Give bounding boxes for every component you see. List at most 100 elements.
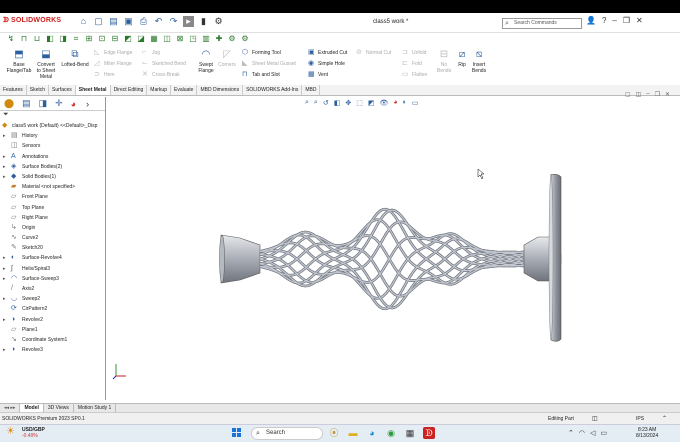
print-icon[interactable]: ⎙ [138,16,149,27]
sm-tool-10-icon[interactable]: ◩ [123,34,133,44]
lofted-bend-button[interactable]: ⧉ Lofted-Bend [59,49,91,68]
expand-arrow-icon[interactable]: ▸ [3,274,6,284]
tab-sheet-metal[interactable]: Sheet Metal [75,85,111,95]
tab-mbd[interactable]: MBD [302,85,321,95]
sm-tool-8-icon[interactable]: ⊡ [97,34,107,44]
sm-tool-4-icon[interactable]: ◧ [45,34,55,44]
expand-arrow-icon[interactable]: ▸ [3,172,6,182]
close-icon[interactable]: ✕ [636,16,643,25]
tree-item[interactable]: ⟳ CirPattern2 [0,304,105,314]
network-icon[interactable]: ◠ [579,429,585,437]
open-folder-icon[interactable]: ▤ [108,16,119,27]
hem-button[interactable]: ⊃ Hem [94,71,115,79]
tree-item[interactable]: ▸ ◑ Revolve2 [0,315,105,325]
save-icon[interactable]: ▣ [123,16,134,27]
battery-icon[interactable]: ▭ [600,429,607,437]
no-bends-button[interactable]: ⊟ No Bends [434,49,454,74]
sm-tool-7-icon[interactable]: ⊞ [84,34,94,44]
base-flange-tab-button[interactable]: ⬒ Base Flange/Tab [5,49,33,74]
tab-direct-editing[interactable]: Direct Editing [111,85,148,95]
tree-item[interactable]: ∿ Curve2 [0,233,105,243]
select-cursor-icon[interactable]: ▸ [183,16,194,27]
sm-tool-17-icon[interactable]: ✚ [214,34,224,44]
minimize-icon[interactable]: – [612,16,616,25]
tab-solidworks-addins[interactable]: SOLIDWORKS Add-Ins [243,85,303,95]
display-manager-tab-icon[interactable]: ◕ [71,99,76,109]
tab-markup[interactable]: Markup [147,85,171,95]
taskbar-search[interactable]: ⌕ Search [251,427,323,440]
sm-tool-18-icon[interactable]: ⚙ [227,34,237,44]
search-commands-input[interactable]: ⌕ Search Commands [502,18,582,29]
redo-icon[interactable]: ↷ [168,16,179,27]
sm-tool-11-icon[interactable]: ◪ [136,34,146,44]
expand-arrow-icon[interactable]: ▸ [3,131,6,141]
new-file-icon[interactable]: ▢ [93,16,104,27]
rip-button[interactable]: ⧄ Rip [454,49,470,68]
tab-surfaces[interactable]: Surfaces [49,85,76,95]
tree-item[interactable]: / Axis2 [0,284,105,294]
tab-and-slot-button[interactable]: ⊓ Tab and Slot [242,71,280,79]
help-icon[interactable]: ? [602,16,606,25]
undo-icon[interactable]: ↶ [153,16,164,27]
expand-arrow-icon[interactable]: ▸ [3,152,6,162]
edge-flange-button[interactable]: ◺ Edge Flange [94,49,132,57]
tree-item[interactable]: ▱ Front Plane [0,192,105,202]
solidworks-logo[interactable]: ᗫ SOLIDWORKS [3,17,61,25]
status-expand-icon[interactable]: ⌃ [662,415,667,422]
normal-cut-button[interactable]: ⊘ Normal Cut [356,49,391,57]
feature-manager-tab-icon[interactable]: ⬤ [4,98,14,109]
sketched-bend-button[interactable]: ⌙ Sketched Bend [142,60,186,68]
expand-arrow-icon[interactable]: ▸ [3,294,6,304]
vent-button[interactable]: ▦ Vent [308,71,328,79]
expand-arrow-icon[interactable]: ▸ [3,162,6,172]
rebuild-status-icon[interactable]: ◫ [592,415,598,422]
tab-sketch[interactable]: Sketch [27,85,50,95]
corners-button[interactable]: ◸ Corners [216,49,238,68]
restore-icon[interactable]: ❐ [623,16,630,25]
tree-item[interactable]: ▸ ◡ Sweep2 [0,294,105,304]
tree-item[interactable]: ▸ ◆ Solid Bodies(1) [0,172,105,182]
home-icon[interactable]: ⌂ [78,16,89,27]
miter-flange-button[interactable]: ◿ Miter Flange [94,60,132,68]
insert-bends-button[interactable]: ⧅ Insert Bends [469,49,489,74]
tab-model[interactable]: Model [20,404,44,412]
tree-item[interactable]: ▸ ◠ Surface-Sweep3 [0,274,105,284]
edge-browser-icon[interactable]: ◕ [366,427,378,439]
tab-nav-arrows[interactable]: ◂◂ ▸▸ [0,404,21,412]
panel-more-icon[interactable]: › [86,99,89,109]
sm-tool-12-icon[interactable]: ▦ [149,34,159,44]
tray-chevron-icon[interactable]: ⌃ [568,429,574,437]
swept-flange-button[interactable]: ◠ Swept Flange [194,49,218,74]
solidworks-taskbar-icon[interactable]: ᗫ [423,427,435,439]
tree-root[interactable]: ◆ class5 work (Default) <<Default>_Disp [0,121,105,131]
clock[interactable]: 8:23 AM 8/13/2024 [636,427,658,439]
sm-tool-13-icon[interactable]: ◫ [162,34,172,44]
rebuild-icon[interactable]: ▮ [198,16,209,27]
dimxpert-tab-icon[interactable]: ✛ [55,98,63,109]
graphics-area[interactable] [110,97,680,400]
tree-item[interactable]: ▱ Plane1 [0,325,105,335]
filter-icon[interactable]: ⏷ [0,111,105,121]
expand-arrow-icon[interactable]: ▸ [3,315,6,325]
tree-item[interactable]: ▸ A Annotations [0,152,105,162]
sm-tool-5-icon[interactable]: ◨ [58,34,68,44]
flatten-button[interactable]: ▭ Flatten [402,71,427,79]
fold-button[interactable]: ⊏ Fold [402,60,422,68]
forming-tool-button[interactable]: ⬡ Forming Tool [242,49,281,57]
market-widget[interactable]: ☀ USD/GBP -0.49% [6,427,45,440]
sm-tool-16-icon[interactable]: ▥ [201,34,211,44]
tree-item[interactable]: ▸ ◐ Surface-Revolve4 [0,253,105,263]
file-explorer-icon[interactable]: ▬ [347,427,359,439]
tree-item[interactable]: ▰ Material <not specified> [0,182,105,192]
convert-to-sheet-metal-button[interactable]: ⬓ Convert to Sheet Metal [34,49,58,80]
tree-item[interactable]: ▱ Right Plane [0,213,105,223]
tab-3d-views[interactable]: 3D Views [44,404,74,412]
sm-tool-3-icon[interactable]: ⊔ [32,34,42,44]
sm-tool-9-icon[interactable]: ⊟ [110,34,120,44]
tree-item[interactable]: ▱ Top Plane [0,203,105,213]
tab-mbd-dimensions[interactable]: MBD Dimensions [197,85,244,95]
tree-item[interactable]: ✎ Sketch20 [0,243,105,253]
tree-item[interactable]: ◫ Sensors [0,141,105,151]
property-manager-tab-icon[interactable]: ▤ [22,98,31,109]
expand-arrow-icon[interactable]: ▸ [3,345,6,355]
